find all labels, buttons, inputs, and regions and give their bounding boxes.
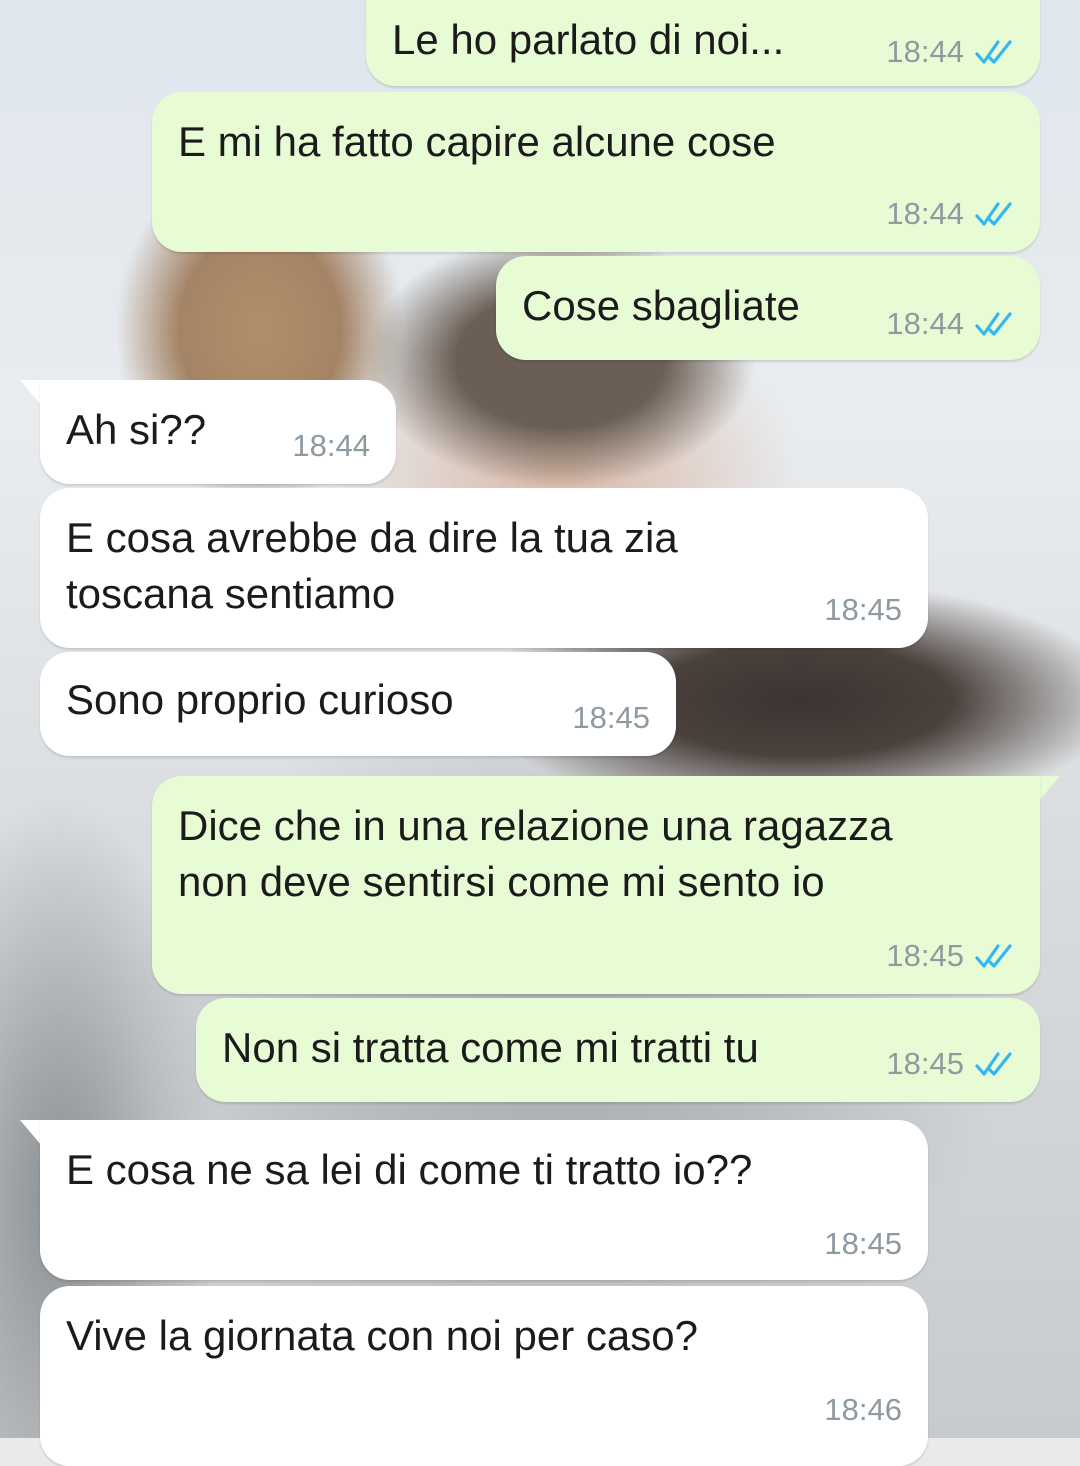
message-text: Cose sbagliate (522, 282, 800, 329)
message-meta: 18:45 (572, 700, 650, 736)
message-meta: 18:44 (886, 306, 1016, 342)
outgoing-message-bubble[interactable]: Dice che in una relazione una ragazza no… (152, 776, 1040, 994)
double-check-read-icon (975, 40, 1012, 64)
message-text: E cosa ne sa lei di come ti tratto io?? (66, 1146, 753, 1193)
message-timestamp: 18:45 (572, 700, 650, 735)
incoming-bubble-tail (20, 380, 42, 406)
message-meta: 18:44 (886, 34, 1016, 70)
double-check-read-icon (975, 202, 1012, 226)
message-meta: 18:44 (292, 428, 370, 464)
incoming-bubble-tail (20, 1120, 42, 1146)
message-text: Le ho parlato di noi... (392, 16, 785, 63)
incoming-message-bubble[interactable]: E cosa ne sa lei di come ti tratto io?? … (40, 1120, 928, 1280)
message-timestamp: 18:44 (886, 306, 964, 341)
message-text: Non si tratta come mi tratti tu (222, 1024, 759, 1071)
message-text-line1: E cosa avrebbe da dire la tua zia (66, 514, 678, 561)
incoming-message-bubble[interactable]: Sono proprio curioso 18:45 (40, 652, 676, 756)
message-text-line2: toscana sentiamo (66, 570, 396, 617)
message-meta: 18:45 (886, 938, 1016, 974)
message-meta: 18:46 (824, 1392, 902, 1428)
message-timestamp: 18:45 (886, 1046, 964, 1081)
double-check-read-icon (975, 1052, 1012, 1076)
message-meta: 18:45 (886, 1046, 1016, 1082)
incoming-message-bubble[interactable]: E cosa avrebbe da dire la tua zia toscan… (40, 488, 928, 648)
message-text: Sono proprio curioso (66, 676, 454, 723)
message-timestamp: 18:44 (886, 196, 964, 231)
double-check-read-icon (975, 944, 1012, 968)
incoming-message-bubble[interactable]: Ah si?? 18:44 (40, 380, 396, 484)
message-timestamp: 18:46 (824, 1392, 902, 1427)
outgoing-message-bubble[interactable]: Non si tratta come mi tratti tu 18:45 (196, 998, 1040, 1102)
message-timestamp: 18:45 (886, 938, 964, 973)
incoming-message-bubble[interactable]: Vive la giornata con noi per caso? 18:46 (40, 1286, 928, 1466)
message-meta: 18:44 (886, 196, 1016, 232)
message-text: Ah si?? (66, 406, 207, 453)
outgoing-message-bubble[interactable]: Cose sbagliate 18:44 (496, 256, 1040, 360)
message-text: E mi ha fatto capire alcune cose (178, 118, 776, 165)
message-text: Vive la giornata con noi per caso? (66, 1312, 698, 1359)
message-meta: 18:45 (824, 1226, 902, 1262)
message-meta: 18:45 (824, 592, 902, 628)
double-check-read-icon (975, 312, 1012, 336)
message-text-line2: non deve sentirsi come mi sento io (178, 858, 825, 905)
outgoing-message-bubble[interactable]: Le ho parlato di noi... 18:44 (366, 0, 1040, 86)
outgoing-bubble-tail (1038, 776, 1060, 802)
message-timestamp: 18:44 (292, 428, 370, 463)
message-timestamp: 18:45 (824, 592, 902, 627)
outgoing-message-bubble[interactable]: E mi ha fatto capire alcune cose 18:44 (152, 92, 1040, 252)
message-timestamp: 18:44 (886, 34, 964, 69)
message-timestamp: 18:45 (824, 1226, 902, 1261)
message-text-line1: Dice che in una relazione una ragazza (178, 802, 893, 849)
